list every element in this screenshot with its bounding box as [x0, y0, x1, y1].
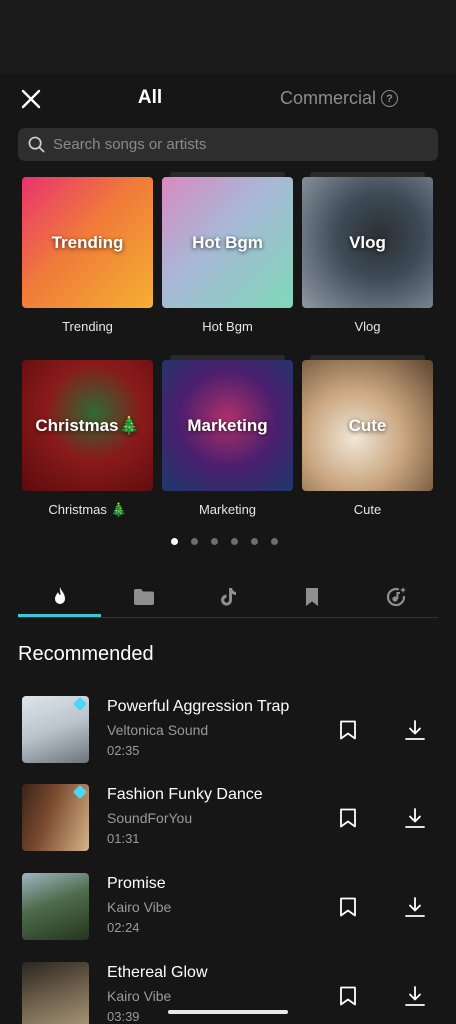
pager-dot[interactable] [231, 538, 238, 545]
premium-gem-icon [72, 696, 88, 712]
track-artist: Kairo Vibe [107, 899, 172, 915]
carousel-pager [171, 538, 278, 545]
search-input[interactable] [53, 136, 413, 153]
bookmark-icon [306, 588, 318, 606]
category-title: Cute [348, 415, 387, 435]
track-artist: Veltonica Sound [107, 722, 209, 738]
track-artist: SoundForYou [107, 810, 193, 826]
tab-commercial[interactable]: Commercial ? [280, 88, 399, 109]
category-tile[interactable]: Trending [22, 177, 153, 308]
pager-dot[interactable] [271, 538, 278, 545]
track-row[interactable]: Promise Kairo Vibe 02:24 [0, 873, 456, 945]
home-indicator[interactable] [168, 1010, 288, 1014]
category-caption: Vlog [354, 319, 381, 334]
track-row[interactable]: Fashion Funky Dance SoundForYou 01:31 [0, 784, 456, 856]
category-caption: Hot Bgm [202, 319, 253, 334]
category-tile[interactable]: Christmas🎄 [22, 360, 153, 491]
top-bar: All Commercial ? [0, 74, 456, 122]
track-duration: 03:39 [107, 1009, 140, 1024]
tab-tiktok[interactable] [186, 578, 270, 616]
bookmark-icon[interactable] [339, 897, 357, 917]
download-icon[interactable] [404, 985, 426, 1007]
category-caption: Trending [62, 319, 113, 334]
flame-icon [55, 587, 65, 604]
tab-recommended[interactable] [18, 578, 102, 617]
download-icon[interactable] [404, 719, 426, 741]
category-caption: Christmas 🎄 [48, 502, 127, 517]
tab-folders[interactable] [102, 578, 186, 616]
pager-dot[interactable] [211, 538, 218, 545]
music-sparkle-icon [386, 587, 406, 607]
track-duration: 02:24 [107, 920, 140, 935]
category-card-vlog[interactable]: Vlog Vlog [302, 172, 433, 334]
section-title: Recommended [18, 643, 154, 665]
library-tabs [18, 578, 438, 618]
bookmark-icon[interactable] [339, 808, 357, 828]
category-card-hot-bgm[interactable]: Hot Bgm Hot Bgm [162, 172, 293, 334]
bookmark-icon[interactable] [339, 720, 357, 740]
search-icon [28, 136, 45, 153]
folder-icon [134, 589, 154, 605]
category-card-trending[interactable]: Trending Trending [22, 177, 153, 334]
search-bar[interactable] [18, 128, 438, 161]
pager-dot[interactable] [191, 538, 198, 545]
category-title: Trending [51, 232, 124, 252]
category-tile[interactable]: Cute [302, 360, 433, 491]
track-title: Promise [107, 875, 166, 892]
category-caption: Cute [353, 502, 382, 517]
track-title: Ethereal Glow [107, 964, 208, 981]
category-tile[interactable]: Marketing [162, 360, 293, 491]
category-tile[interactable]: Vlog [302, 177, 433, 308]
premium-gem-icon [72, 784, 88, 800]
status-bar [0, 0, 456, 74]
category-card-christmas[interactable]: Christmas🎄 Christmas 🎄 [22, 360, 153, 518]
download-icon[interactable] [404, 896, 426, 918]
track-thumbnail[interactable] [22, 696, 89, 763]
track-duration: 01:31 [107, 831, 140, 846]
category-title: Vlog [349, 232, 386, 252]
category-caption: Marketing [198, 502, 257, 517]
tab-my-music[interactable] [354, 578, 438, 616]
track-row[interactable]: Powerful Aggression Trap Veltonica Sound… [0, 696, 456, 768]
track-title: Powerful Aggression Trap [107, 698, 290, 715]
download-icon[interactable] [404, 807, 426, 829]
track-artist: Kairo Vibe [107, 988, 172, 1004]
track-row[interactable]: Ethereal Glow Kairo Vibe 03:39 [0, 962, 456, 1024]
track-thumbnail[interactable] [22, 784, 89, 851]
active-tab-indicator [18, 614, 101, 617]
category-tile[interactable]: Hot Bgm [162, 177, 293, 308]
track-thumbnail[interactable] [22, 873, 89, 940]
track-duration: 02:35 [107, 743, 140, 758]
category-card-cute[interactable]: Cute Cute [302, 355, 433, 517]
help-icon[interactable]: ? [381, 90, 399, 107]
category-title: Hot Bgm [192, 232, 263, 252]
tab-commercial-label: Commercial [280, 88, 377, 108]
category-card-marketing[interactable]: Marketing Marketing [162, 355, 293, 517]
track-title: Fashion Funky Dance [107, 786, 263, 803]
tab-saved[interactable] [270, 578, 354, 616]
pager-dot[interactable] [171, 538, 178, 545]
tiktok-icon [221, 588, 236, 606]
category-title: Christmas🎄 [35, 415, 140, 435]
bookmark-icon[interactable] [339, 986, 357, 1006]
tab-all[interactable]: All [0, 87, 300, 109]
pager-dot[interactable] [251, 538, 258, 545]
category-title: Marketing [187, 415, 268, 435]
track-thumbnail[interactable] [22, 962, 89, 1024]
